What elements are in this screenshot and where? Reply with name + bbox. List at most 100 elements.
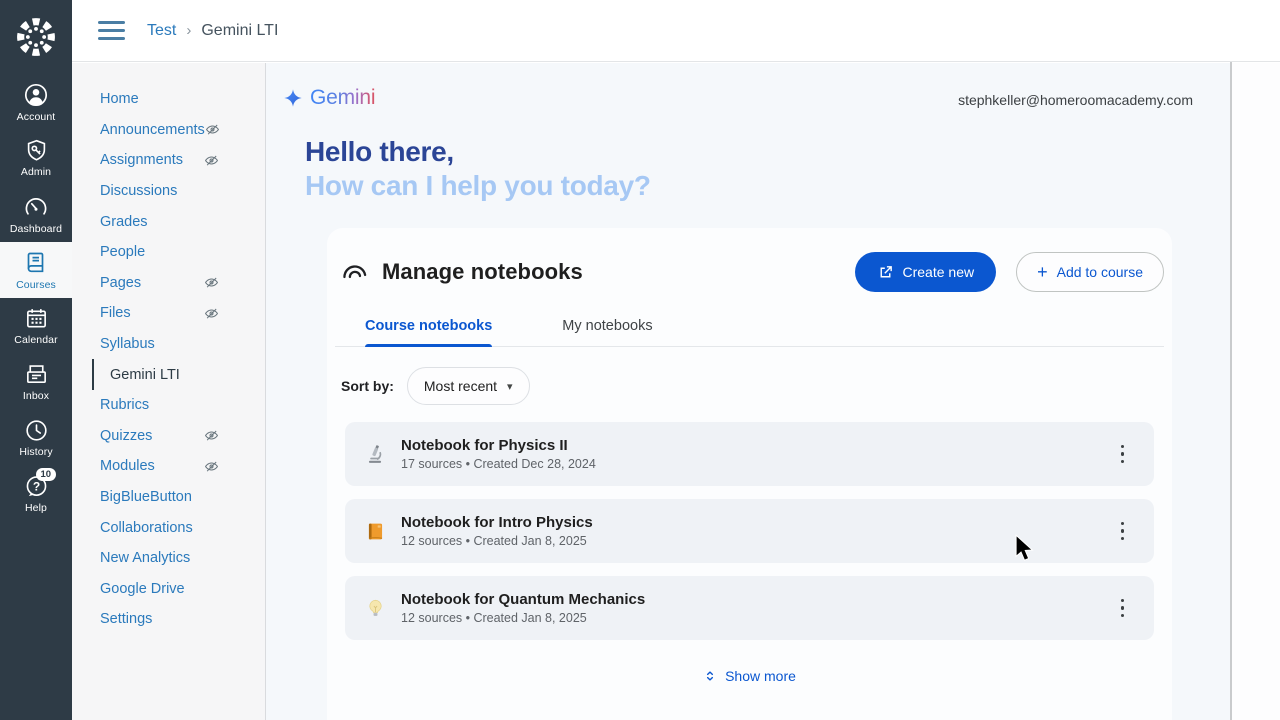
notebook-meta: 17 sources • Created Dec 28, 2024	[401, 457, 596, 471]
notebook-row[interactable]: Notebook for Quantum Mechanics 12 source…	[345, 576, 1154, 640]
notebook-tabs: Course notebooks My notebooks	[335, 318, 1164, 347]
course-nav-people[interactable]: People	[72, 237, 265, 268]
help-badge: 10	[35, 468, 57, 481]
hidden-eye-icon	[204, 428, 219, 443]
hidden-eye-icon	[205, 122, 220, 137]
admin-shield-icon	[27, 139, 45, 161]
notebook-title: Notebook for Quantum Mechanics	[401, 591, 646, 608]
notebooklm-icon	[343, 264, 367, 278]
sort-row: Sort by: Most recent ▾	[335, 367, 1164, 405]
notebook-list: Notebook for Physics II 17 sources • Cre…	[345, 422, 1154, 640]
sidebar-item-help[interactable]: ? 10 Help	[0, 466, 72, 522]
course-nav-bigbluebutton[interactable]: BigBlueButton	[72, 482, 265, 513]
greeting-line-1: Hello there,	[305, 136, 454, 167]
inbox-icon	[26, 365, 46, 384]
course-nav-pages[interactable]: Pages	[72, 268, 265, 299]
breadcrumb-current-page: Gemini LTI	[201, 21, 279, 39]
sidebar-item-label: History	[19, 446, 53, 458]
sidebar-item-courses[interactable]: Courses	[0, 242, 72, 298]
book-icon	[363, 521, 387, 542]
sidebar-item-account[interactable]: Account	[0, 74, 72, 130]
course-nav-files[interactable]: Files	[72, 298, 265, 329]
card-actions: Create new + Add to course	[854, 252, 1164, 292]
account-email: stephkeller@homeroomacademy.com	[958, 92, 1193, 108]
breadcrumb-separator: ›	[186, 22, 192, 39]
course-nav-grades[interactable]: Grades	[72, 206, 265, 237]
tab-course-notebooks[interactable]: Course notebooks	[365, 318, 493, 347]
course-nav-rubrics[interactable]: Rubrics	[72, 390, 265, 421]
greeting: Hello there, How can I help you today?	[305, 135, 651, 203]
open-in-new-icon	[880, 265, 892, 277]
gemini-lti-content: Gemini stephkeller@homeroomacademy.com H…	[266, 63, 1230, 720]
notebook-title: Notebook for Intro Physics	[401, 514, 593, 531]
sidebar-item-admin[interactable]: Admin	[0, 130, 72, 186]
svg-text:?: ?	[32, 479, 39, 493]
plus-icon: +	[1037, 262, 1048, 282]
course-nav-settings[interactable]: Settings	[72, 604, 265, 635]
sort-dropdown[interactable]: Most recent ▾	[406, 367, 530, 405]
calendar-icon	[26, 309, 46, 328]
add-to-course-button[interactable]: + Add to course	[1016, 252, 1164, 292]
course-nav-discussions[interactable]: Discussions	[72, 176, 265, 207]
sidebar-item-label: Admin	[20, 166, 52, 178]
dropdown-caret-icon: ▾	[507, 380, 513, 393]
gemini-brand: Gemini	[283, 86, 376, 110]
hidden-eye-icon	[204, 275, 219, 290]
course-nav-gemini-lti[interactable]: Gemini LTI	[92, 359, 265, 390]
course-nav-modules[interactable]: Modules	[72, 451, 265, 482]
notebook-row[interactable]: Notebook for Physics II 17 sources • Cre…	[345, 422, 1154, 486]
sidebar-item-dashboard[interactable]: Dashboard	[0, 186, 72, 242]
notebook-meta: 12 sources • Created Jan 8, 2025	[401, 534, 587, 548]
card-header: Manage notebooks Create new + Add to cou…	[335, 252, 1164, 292]
sidebar-item-history[interactable]: History	[0, 410, 72, 466]
lightbulb-icon	[363, 598, 387, 619]
course-nav-syllabus[interactable]: Syllabus	[72, 329, 265, 360]
notebook-menu-button[interactable]	[1113, 436, 1133, 471]
unfold-more-icon	[707, 671, 714, 681]
hidden-eye-icon	[204, 306, 219, 321]
account-icon	[24, 83, 48, 106]
notebook-menu-button[interactable]	[1113, 590, 1133, 625]
canvas-logo-icon	[17, 18, 55, 56]
history-clock-icon	[25, 420, 47, 441]
gemini-wordmark: Gemini	[310, 86, 376, 109]
page-right-margin	[1232, 63, 1280, 720]
course-nav-new-analytics[interactable]: New Analytics	[72, 543, 265, 574]
course-nav-home[interactable]: Home	[72, 84, 265, 115]
sidebar-item-calendar[interactable]: Calendar	[0, 298, 72, 354]
hidden-eye-icon	[204, 153, 219, 168]
tab-my-notebooks[interactable]: My notebooks	[562, 318, 652, 346]
scrollbar-track[interactable]	[1230, 62, 1232, 720]
greeting-line-2: How can I help you today?	[305, 170, 651, 201]
show-more-button[interactable]: Show more	[703, 668, 796, 684]
sort-by-label: Sort by:	[341, 378, 394, 394]
create-new-button[interactable]: Create new	[854, 252, 997, 292]
sidebar-item-label: Help	[25, 502, 47, 514]
sidebar-item-label: Courses	[16, 278, 56, 291]
course-nav-google-drive[interactable]: Google Drive	[72, 574, 265, 605]
course-nav: Home Announcements Assignments Discussio…	[72, 63, 266, 720]
top-bar: Test › Gemini LTI	[72, 0, 1280, 62]
dashboard-gauge-icon	[25, 197, 47, 215]
sidebar-item-label: Account	[16, 110, 56, 123]
courses-book-icon	[27, 252, 44, 272]
sidebar-item-inbox[interactable]: Inbox	[0, 354, 72, 410]
notebook-title: Notebook for Physics II	[401, 437, 568, 454]
canvas-logo[interactable]	[0, 0, 72, 74]
sidebar-item-label: Inbox	[22, 390, 50, 402]
breadcrumb-course-link[interactable]: Test	[147, 22, 176, 40]
course-nav-quizzes[interactable]: Quizzes	[72, 421, 265, 452]
breadcrumb: Test › Gemini LTI	[147, 22, 278, 40]
manage-notebooks-card: Manage notebooks Create new + Add to cou…	[327, 228, 1172, 720]
course-nav-announcements[interactable]: Announcements	[72, 115, 265, 146]
global-sidebar: Account Admin Dashboard Courses Calendar…	[0, 0, 72, 720]
notebook-menu-button[interactable]	[1113, 513, 1133, 548]
sidebar-item-label: Dashboard	[9, 222, 63, 235]
course-nav-collaborations[interactable]: Collaborations	[72, 512, 265, 543]
hamburger-menu-icon[interactable]	[96, 17, 127, 44]
course-nav-assignments[interactable]: Assignments	[72, 145, 265, 176]
notebook-meta: 12 sources • Created Jan 8, 2025	[401, 611, 587, 625]
card-title: Manage notebooks	[382, 259, 583, 284]
notebook-row[interactable]: Notebook for Intro Physics 12 sources • …	[345, 499, 1154, 563]
hidden-eye-icon	[204, 459, 219, 474]
